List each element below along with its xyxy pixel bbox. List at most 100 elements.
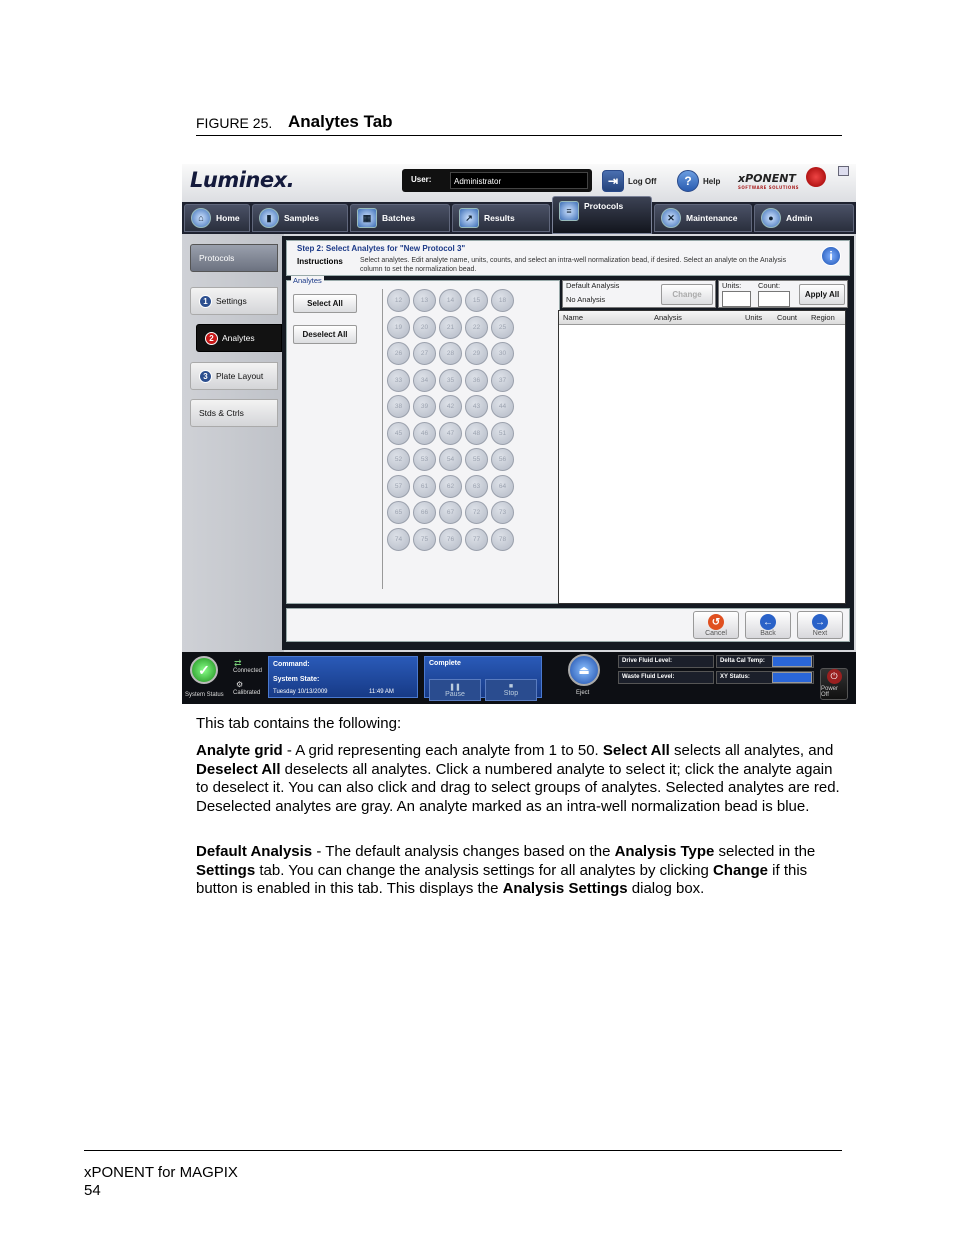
analyte-button[interactable]: 35 bbox=[439, 368, 462, 392]
analyte-button[interactable]: 78 bbox=[491, 527, 514, 551]
log-off-button[interactable]: ⇥ Log Off bbox=[602, 169, 656, 193]
analyte-button[interactable]: 63 bbox=[465, 474, 488, 498]
analyte-button[interactable]: 51 bbox=[491, 421, 514, 445]
cancel-icon: ↺ bbox=[708, 614, 724, 630]
analyte-button[interactable]: 19 bbox=[387, 315, 410, 339]
analyte-button[interactable]: 44 bbox=[491, 395, 514, 418]
xy-status-bar bbox=[772, 672, 812, 683]
tab-protocols[interactable]: ≡ Protocols bbox=[552, 196, 652, 234]
analyte-button[interactable]: 21 bbox=[439, 315, 462, 339]
sidebar-item-analytes[interactable]: 2 Analytes bbox=[196, 324, 282, 352]
analyte-button[interactable]: 20 bbox=[413, 315, 436, 339]
analyte-button[interactable]: 54 bbox=[439, 448, 462, 471]
analyte-button[interactable]: 73 bbox=[491, 501, 514, 524]
analyte-button[interactable]: 53 bbox=[413, 448, 436, 471]
eject-button[interactable]: ⏏ bbox=[568, 654, 600, 686]
deselect-all-button[interactable]: Deselect All bbox=[293, 325, 357, 344]
sidebar-item-stds-ctrls[interactable]: Stds & Ctrls bbox=[190, 399, 278, 427]
log-off-icon: ⇥ bbox=[602, 170, 624, 192]
footer-rule bbox=[84, 1150, 842, 1151]
step-3-icon: 3 bbox=[199, 369, 212, 383]
analyte-button[interactable]: 34 bbox=[413, 368, 436, 392]
units-input[interactable] bbox=[722, 291, 751, 307]
samples-icon: ▮ bbox=[259, 208, 279, 228]
analyte-button[interactable]: 76 bbox=[439, 527, 462, 551]
window-button[interactable] bbox=[838, 166, 849, 176]
help-label: Help bbox=[703, 176, 721, 186]
col-count: Count bbox=[777, 313, 798, 322]
pause-button[interactable]: ❚❚ Pause bbox=[429, 679, 481, 701]
analyte-button[interactable]: 77 bbox=[465, 527, 488, 551]
tab-batches[interactable]: ▦ Batches bbox=[350, 204, 450, 232]
analytes-panel: Step 2: Select Analytes for "New Protoco… bbox=[282, 236, 854, 650]
analyte-button[interactable]: 62 bbox=[439, 474, 462, 498]
analyte-button[interactable]: 56 bbox=[491, 448, 514, 471]
help-icon: ? bbox=[677, 170, 699, 192]
analyte-button[interactable]: 61 bbox=[413, 474, 436, 498]
apply-all-button[interactable]: Apply All bbox=[799, 284, 845, 305]
instructions-label: Instructions bbox=[297, 257, 343, 266]
change-button[interactable]: Change bbox=[661, 284, 713, 305]
system-status-icon[interactable]: ✓ bbox=[190, 656, 218, 684]
analyte-button[interactable]: 38 bbox=[387, 395, 410, 418]
next-button[interactable]: → Next bbox=[797, 611, 843, 639]
system-status-label: System Status bbox=[185, 692, 224, 698]
back-button[interactable]: ← Back bbox=[745, 611, 791, 639]
tab-results[interactable]: ↗ Results bbox=[452, 204, 550, 232]
analyte-button[interactable]: 66 bbox=[413, 501, 436, 524]
analyte-button[interactable]: 42 bbox=[439, 395, 462, 418]
default-analysis-value: No Analysis bbox=[566, 295, 606, 304]
analyte-button[interactable]: 45 bbox=[387, 421, 410, 445]
analyte-button[interactable]: 26 bbox=[387, 342, 410, 365]
analyte-button[interactable]: 12 bbox=[387, 289, 410, 312]
count-label: Count: bbox=[758, 281, 781, 290]
analyte-button[interactable]: 39 bbox=[413, 395, 436, 418]
sidebar-item-settings[interactable]: 1 Settings bbox=[190, 287, 278, 315]
analyte-button[interactable]: 14 bbox=[439, 289, 462, 312]
app-screenshot: Luminex. User: Administrator ⇥ Log Off ?… bbox=[182, 164, 856, 704]
analyte-button[interactable]: 43 bbox=[465, 395, 488, 418]
analyte-button[interactable]: 13 bbox=[413, 289, 436, 312]
analyte-button[interactable]: 52 bbox=[387, 448, 410, 471]
stop-button[interactable]: ■ Stop bbox=[485, 679, 537, 701]
analyte-button[interactable]: 55 bbox=[465, 448, 488, 471]
analyte-button[interactable]: 29 bbox=[465, 342, 488, 365]
help-button[interactable]: ? Help bbox=[677, 169, 720, 193]
count-input[interactable] bbox=[758, 291, 790, 307]
tab-maintenance[interactable]: ✕ Maintenance bbox=[654, 204, 752, 232]
analyte-button[interactable]: 57 bbox=[387, 474, 410, 498]
analyte-button[interactable]: 37 bbox=[491, 368, 514, 392]
col-name: Name bbox=[563, 313, 584, 322]
analyte-button[interactable]: 67 bbox=[439, 501, 462, 524]
analyte-button[interactable]: 27 bbox=[413, 342, 436, 365]
select-all-button[interactable]: Select All bbox=[293, 294, 357, 313]
stop-icon: ■ bbox=[508, 683, 514, 690]
cancel-button[interactable]: ↺ Cancel bbox=[693, 611, 739, 639]
analyte-button[interactable]: 74 bbox=[387, 527, 410, 551]
tab-samples[interactable]: ▮ Samples bbox=[252, 204, 348, 232]
analyte-button[interactable]: 46 bbox=[413, 421, 436, 445]
analyte-button[interactable]: 65 bbox=[387, 501, 410, 524]
power-off-button[interactable]: ⏻ Power Off bbox=[820, 668, 848, 700]
analyte-button[interactable]: 47 bbox=[439, 421, 462, 445]
info-icon[interactable]: i bbox=[821, 246, 841, 266]
tab-admin[interactable]: ● Admin bbox=[754, 204, 854, 232]
analyte-button[interactable]: 72 bbox=[465, 501, 488, 524]
analyte-button[interactable]: 75 bbox=[413, 527, 436, 551]
xponent-logo: xPONENT SOFTWARE SOLUTIONS bbox=[738, 172, 800, 190]
analyte-button[interactable]: 28 bbox=[439, 342, 462, 365]
analyte-button[interactable]: 33 bbox=[387, 368, 410, 392]
analyte-button[interactable]: 15 bbox=[465, 289, 488, 312]
analyte-button[interactable]: 22 bbox=[465, 315, 488, 339]
analyte-button[interactable]: 30 bbox=[491, 342, 514, 365]
analyte-button[interactable]: 18 bbox=[491, 289, 514, 312]
delta-cal-bar bbox=[772, 656, 812, 667]
step-1-icon: 1 bbox=[199, 294, 212, 308]
analyte-button[interactable]: 48 bbox=[465, 421, 488, 445]
tab-home[interactable]: ⌂ Home bbox=[184, 204, 250, 232]
sidebar-item-plate-layout[interactable]: 3 Plate Layout bbox=[190, 362, 278, 390]
analyte-button[interactable]: 64 bbox=[491, 474, 514, 498]
analyte-button[interactable]: 25 bbox=[491, 315, 514, 339]
sidebar-item-protocols[interactable]: Protocols bbox=[190, 244, 278, 272]
analyte-button[interactable]: 36 bbox=[465, 368, 488, 392]
